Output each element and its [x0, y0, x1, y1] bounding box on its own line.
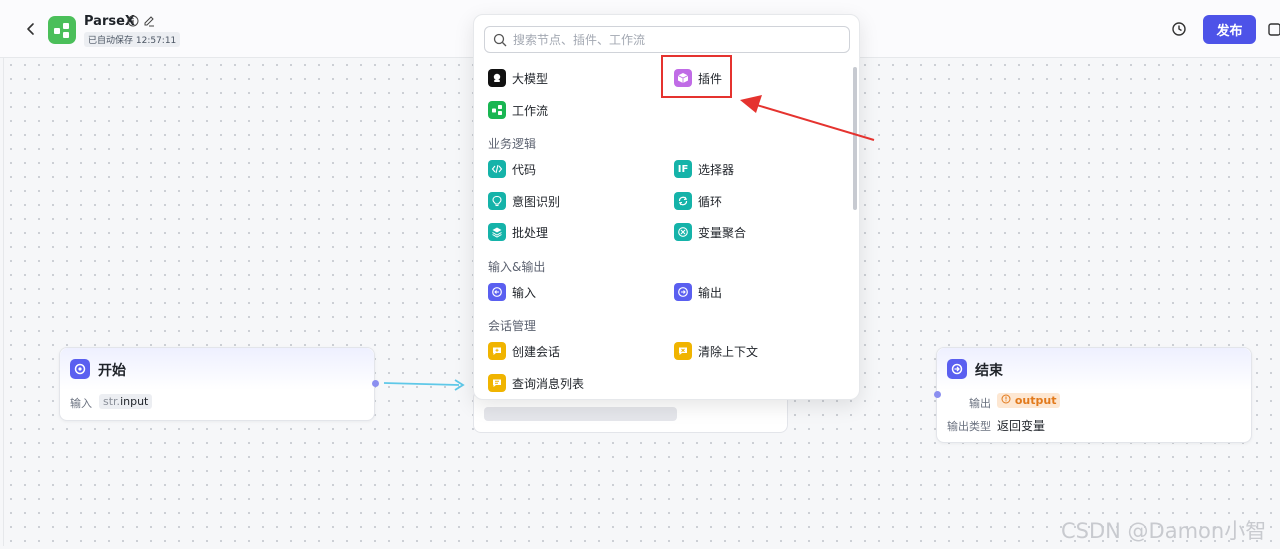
annotation-highlight-box [661, 55, 732, 98]
create-chat-icon [488, 342, 506, 360]
code-icon [488, 160, 506, 178]
start-node-header: 开始 [60, 348, 374, 390]
menu-item-batch[interactable]: 批处理 [488, 222, 548, 242]
end-output-label: 输出 [969, 397, 991, 410]
llm-icon [488, 69, 506, 87]
placeholder-bar [484, 407, 677, 421]
menu-item-loop[interactable]: 循环 [674, 191, 722, 211]
publish-button[interactable]: 发布 [1203, 15, 1256, 44]
menu-item-llm[interactable]: 大模型 [488, 68, 548, 88]
menu-item-label: 变量聚合 [698, 225, 747, 240]
autosave-status: 已自动保存 12:57:11 [84, 32, 181, 47]
if-icon: IF [674, 160, 692, 178]
start-input-label: 输入 [70, 397, 92, 410]
menu-item-label: 批处理 [512, 225, 549, 240]
menu-item-output[interactable]: 输出 [674, 282, 722, 302]
end-output-type-label: 输出类型 [947, 420, 991, 433]
end-node-header: 结束 [937, 348, 1251, 390]
menu-item-variable-merge[interactable]: 变量聚合 [674, 222, 746, 242]
intent-icon [488, 192, 506, 210]
menu-item-workflow[interactable]: 工作流 [488, 100, 548, 120]
section-session-management: 会话管理 [488, 319, 537, 333]
warning-icon [1001, 394, 1015, 407]
menu-item-create-chat[interactable]: 创建会话 [488, 341, 560, 361]
menu-item-clear-context[interactable]: 清除上下文 [674, 341, 758, 361]
back-arrow-icon[interactable] [20, 18, 42, 40]
search-icon [493, 33, 507, 51]
end-output-var: output [997, 393, 1061, 408]
output-icon [674, 283, 692, 301]
app-logo [48, 16, 76, 44]
batch-icon [488, 223, 506, 241]
menu-item-label: 创建会话 [512, 344, 561, 359]
variable-merge-icon [674, 223, 692, 241]
message-list-icon [488, 374, 506, 392]
loop-icon [674, 192, 692, 210]
param-type: str. [103, 395, 121, 408]
menu-item-label: 清除上下文 [698, 344, 759, 359]
menu-item-code[interactable]: 代码 [488, 159, 536, 179]
menu-item-input[interactable]: 输入 [488, 282, 536, 302]
start-node-title: 开始 [98, 363, 126, 379]
start-param-tag: str.input [99, 394, 153, 409]
param-name: input [120, 395, 149, 408]
menu-item-label: 代码 [512, 162, 537, 177]
menu-item-label: 查询消息列表 [512, 376, 585, 391]
menu-item-label: 输入 [512, 285, 537, 300]
menu-item-label: 输出 [698, 285, 723, 300]
info-icon[interactable] [127, 15, 139, 31]
menu-item-label: 工作流 [512, 103, 549, 118]
end-output-type-value: 返回变量 [997, 419, 1046, 433]
workflow-icon [488, 101, 506, 119]
section-business-logic: 业务逻辑 [488, 137, 537, 151]
menu-item-label: 意图识别 [512, 194, 561, 209]
end-input-port[interactable] [934, 391, 941, 398]
menu-item-selector[interactable]: IF 选择器 [674, 159, 734, 179]
end-node[interactable]: 结束 输出 output 输出类型 返回变量 [936, 347, 1252, 443]
popup-scrollbar[interactable] [853, 67, 857, 210]
end-icon [947, 359, 967, 379]
menu-item-intent[interactable]: 意图识别 [488, 191, 560, 211]
menu-item-label: 选择器 [698, 162, 735, 177]
watermark: CSDN @Damon小智 [1061, 519, 1267, 543]
start-output-port[interactable] [372, 380, 379, 387]
start-node[interactable]: 开始 输入 str.input [59, 347, 375, 421]
edit-icon[interactable] [143, 15, 155, 31]
clear-context-icon [674, 342, 692, 360]
copy-icon[interactable] [1268, 21, 1280, 41]
search-input[interactable] [513, 30, 833, 50]
search-box[interactable] [484, 26, 850, 53]
start-icon [70, 359, 90, 379]
menu-item-label: 大模型 [512, 71, 549, 86]
history-icon[interactable] [1171, 21, 1187, 41]
input-icon [488, 283, 506, 301]
menu-item-message-list[interactable]: 查询消息列表 [488, 373, 584, 393]
menu-item-label: 循环 [698, 194, 723, 209]
end-node-title: 结束 [975, 363, 1003, 379]
end-output-var-name: output [1014, 394, 1057, 407]
section-input-output: 输入&输出 [488, 260, 546, 274]
